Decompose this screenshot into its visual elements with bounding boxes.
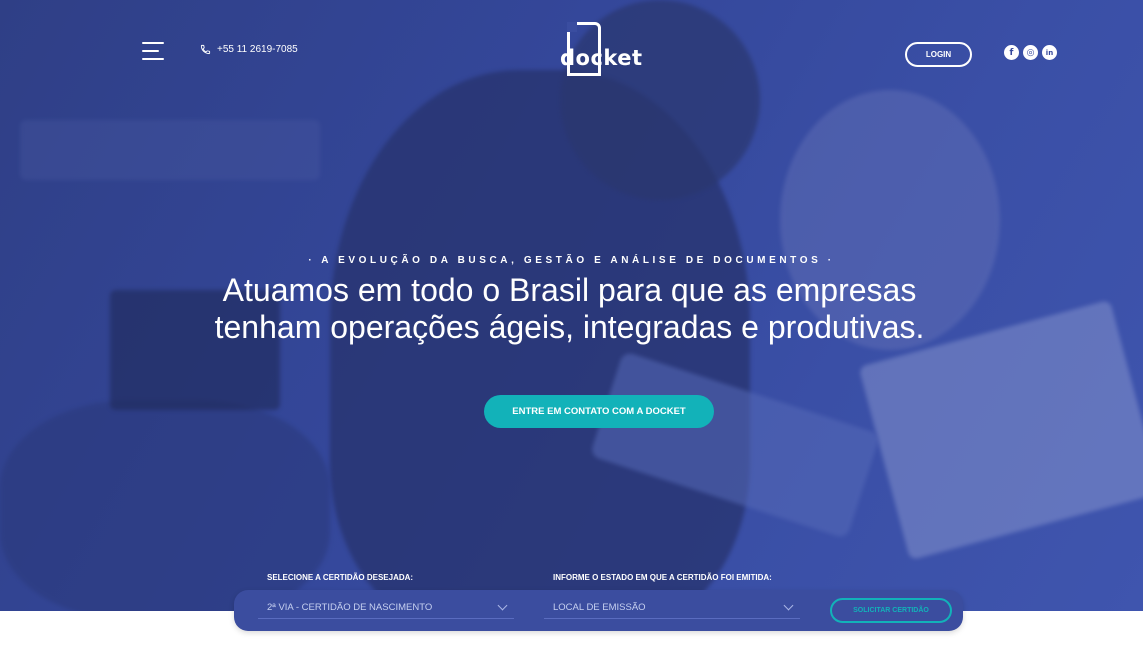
- chevron-down-icon: [497, 600, 508, 611]
- logo-text: docket: [560, 46, 643, 70]
- certificate-select-value: 2ª VIA - CERTIDÃO DE NASCIMENTO: [267, 602, 433, 613]
- social-links: f ◎ in: [1004, 45, 1057, 60]
- phone-link[interactable]: +55 11 2619-7085: [200, 44, 298, 55]
- certificate-label: SELECIONE A CERTIDÃO DESEJADA:: [267, 573, 414, 582]
- phone-icon: [200, 44, 211, 55]
- hamburger-menu-icon[interactable]: [142, 41, 164, 61]
- chevron-down-icon: [783, 600, 794, 611]
- request-certificate-button[interactable]: SOLICITAR CERTIDÃO: [830, 598, 952, 623]
- state-label: INFORME O ESTADO EM QUE A CERTIDÃO FOI E…: [553, 573, 772, 582]
- instagram-icon[interactable]: ◎: [1023, 45, 1038, 60]
- hero-eyebrow: · A EVOLUÇÃO DA BUSCA, GESTÃO E ANÁLISE …: [308, 255, 835, 266]
- hero-headline-line-1: Atuamos em todo o Brasil para que as emp…: [222, 272, 917, 308]
- hero-headline: Atuamos em todo o Brasil para que as emp…: [0, 272, 1141, 346]
- hero-section: +55 11 2619-7085 docket LOGIN f ◎ in · A…: [0, 0, 1143, 611]
- hero-photo-ceiling: [20, 120, 320, 180]
- login-button[interactable]: LOGIN: [905, 42, 972, 67]
- hero-headline-line-2: tenham operações ágeis, integradas e pro…: [214, 309, 925, 345]
- contact-cta-button[interactable]: ENTRE EM CONTATO COM A DOCKET: [484, 395, 714, 428]
- state-select-value: LOCAL DE EMISSÃO: [553, 602, 646, 613]
- facebook-icon[interactable]: f: [1004, 45, 1019, 60]
- state-select[interactable]: LOCAL DE EMISSÃO: [544, 597, 800, 619]
- phone-number: +55 11 2619-7085: [217, 44, 298, 55]
- docket-logo[interactable]: docket: [558, 22, 642, 82]
- certificate-select[interactable]: 2ª VIA - CERTIDÃO DE NASCIMENTO: [258, 597, 514, 619]
- linkedin-icon[interactable]: in: [1042, 45, 1057, 60]
